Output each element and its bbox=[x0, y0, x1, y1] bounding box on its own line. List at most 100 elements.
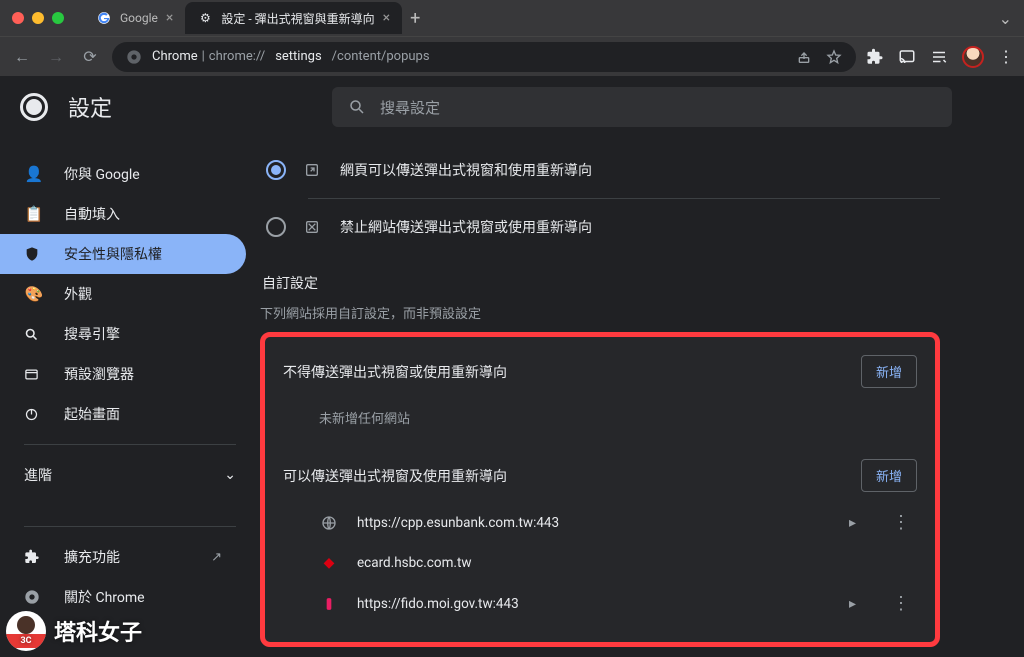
window-titlebar: Google × ⚙ 設定 - 彈出式視窗與重新導向 × + ⌄ bbox=[0, 0, 1024, 36]
radio-label: 網頁可以傳送彈出式視窗和使用重新導向 bbox=[340, 160, 592, 180]
radio-option-allow[interactable]: 網頁可以傳送彈出式視窗和使用重新導向 bbox=[260, 146, 940, 194]
chevron-down-icon[interactable]: ⌄ bbox=[999, 9, 1012, 28]
settings-favicon: ⚙ bbox=[197, 10, 213, 26]
minimize-window-button[interactable] bbox=[32, 12, 44, 24]
search-icon bbox=[24, 327, 44, 342]
maximize-window-button[interactable] bbox=[52, 12, 64, 24]
browser-tab[interactable]: ⚙ 設定 - 彈出式視窗與重新導向 × bbox=[185, 2, 402, 34]
browser-tab[interactable]: Google × bbox=[84, 2, 185, 34]
url-separator: | bbox=[202, 49, 205, 64]
sidebar-item-search[interactable]: 搜尋引擎 bbox=[0, 314, 246, 354]
sidebar-item-on-startup[interactable]: 起始畫面 bbox=[0, 394, 246, 434]
key-icon bbox=[319, 594, 339, 614]
reading-list-icon[interactable] bbox=[930, 48, 948, 66]
sidebar-item-label: 外觀 bbox=[64, 284, 92, 304]
radio-option-block[interactable]: 禁止網站傳送彈出式視窗或使用重新導向 bbox=[260, 203, 940, 251]
radio-unselected-icon bbox=[266, 217, 286, 237]
new-tab-button[interactable]: + bbox=[410, 8, 420, 29]
block-popup-icon bbox=[304, 219, 322, 235]
sidebar-item-label: 起始畫面 bbox=[64, 404, 120, 424]
browser-toolbar: ← → ⟳ Chrome | chrome://settings/content… bbox=[0, 36, 1024, 76]
watermark: 塔科女子 bbox=[6, 611, 142, 651]
tab-title: Google bbox=[120, 11, 158, 25]
clipboard-icon: 📋 bbox=[24, 205, 44, 223]
sidebar-advanced[interactable]: 進階⌄ bbox=[0, 455, 260, 495]
cast-icon[interactable] bbox=[898, 48, 916, 66]
tab-strip: Google × ⚙ 設定 - 彈出式視窗與重新導向 × + bbox=[84, 2, 991, 34]
chrome-logo-icon bbox=[20, 93, 48, 121]
globe-icon bbox=[319, 513, 339, 533]
browser-icon bbox=[24, 367, 44, 382]
allow-list-title: 可以傳送彈出式視窗及使用重新導向 bbox=[283, 466, 507, 486]
sidebar-item-label: 搜尋引擎 bbox=[64, 324, 120, 344]
url-path: settings bbox=[275, 49, 321, 64]
traffic-lights bbox=[12, 12, 64, 24]
sidebar-item-label: 擴充功能 bbox=[64, 547, 120, 567]
site-row[interactable]: ◆ ecard.hsbc.com.tw bbox=[283, 543, 917, 583]
site-row[interactable]: https://fido.moi.gov.tw:443 ▸ ⋮ bbox=[283, 583, 917, 624]
settings-search[interactable]: 搜尋設定 bbox=[332, 87, 952, 127]
custom-settings-title: 自訂設定 bbox=[262, 273, 940, 293]
search-icon bbox=[348, 98, 366, 116]
profile-avatar[interactable] bbox=[962, 46, 984, 68]
empty-state-text: 未新增任何網站 bbox=[283, 398, 917, 445]
divider bbox=[308, 198, 940, 199]
sidebar-item-autofill[interactable]: 📋 自動填入 bbox=[0, 194, 246, 234]
chevron-right-icon[interactable]: ▸ bbox=[839, 596, 866, 612]
site-url: https://cpp.esunbank.com.tw:443 bbox=[357, 515, 559, 531]
google-favicon bbox=[96, 10, 112, 26]
sidebar-item-you-and-google[interactable]: 👤你與 Google bbox=[0, 154, 246, 194]
sidebar-item-appearance[interactable]: 🎨 外觀 bbox=[0, 274, 246, 314]
shield-icon bbox=[24, 246, 44, 262]
site-url: ecard.hsbc.com.tw bbox=[357, 555, 472, 571]
palette-icon: 🎨 bbox=[24, 285, 44, 303]
settings-header: 設定 搜尋設定 bbox=[0, 76, 1024, 138]
sidebar-item-label: 自動填入 bbox=[64, 204, 120, 224]
more-actions-icon[interactable]: ⋮ bbox=[884, 512, 917, 533]
custom-settings-subtitle: 下列網站採用自訂設定，而非預設設定 bbox=[260, 303, 940, 322]
add-allowed-button[interactable]: 新增 bbox=[861, 459, 917, 492]
open-external-icon bbox=[304, 162, 322, 178]
site-row[interactable]: https://cpp.esunbank.com.tw:443 ▸ ⋮ bbox=[283, 502, 917, 543]
close-tab-icon[interactable]: × bbox=[383, 10, 390, 26]
radio-selected-icon bbox=[266, 160, 286, 180]
sidebar-item-label: 安全性與隱私權 bbox=[64, 244, 162, 264]
more-actions-icon[interactable]: ⋮ bbox=[884, 593, 917, 614]
kebab-menu-icon[interactable]: ⋮ bbox=[998, 47, 1014, 66]
puzzle-icon bbox=[24, 549, 44, 565]
sidebar-divider bbox=[24, 444, 236, 445]
sidebar-item-privacy[interactable]: 安全性與隱私權 bbox=[0, 234, 246, 274]
power-icon bbox=[24, 407, 44, 422]
add-blocked-button[interactable]: 新增 bbox=[861, 355, 917, 388]
sidebar-divider bbox=[24, 526, 236, 527]
watermark-text: 塔科女子 bbox=[54, 615, 142, 647]
back-button[interactable]: ← bbox=[10, 47, 34, 67]
reload-button[interactable]: ⟳ bbox=[78, 47, 102, 66]
close-tab-icon[interactable]: × bbox=[166, 10, 173, 26]
sidebar-item-default-browser[interactable]: 預設瀏覽器 bbox=[0, 354, 246, 394]
block-list-title: 不得傳送彈出式視窗或使用重新導向 bbox=[283, 362, 507, 382]
search-placeholder: 搜尋設定 bbox=[380, 97, 440, 118]
sidebar-item-label: 你與 Google bbox=[64, 164, 140, 184]
sidebar-item-extensions[interactable]: 擴充功能 ↗ bbox=[0, 537, 246, 577]
hsbc-icon: ◆ bbox=[319, 553, 339, 573]
url-prefix: chrome:// bbox=[209, 49, 265, 64]
chevron-down-icon: ⌄ bbox=[224, 467, 236, 483]
sidebar-item-label: 預設瀏覽器 bbox=[64, 364, 134, 384]
toolbar-actions: ⋮ bbox=[866, 46, 1014, 68]
share-icon[interactable] bbox=[796, 49, 812, 65]
radio-label: 禁止網站傳送彈出式視窗或使用重新導向 bbox=[340, 217, 592, 237]
watermark-avatar bbox=[6, 611, 46, 651]
block-list-header: 不得傳送彈出式視窗或使用重新導向 新增 bbox=[283, 355, 917, 388]
site-url: https://fido.moi.gov.tw:443 bbox=[357, 596, 519, 612]
chevron-right-icon[interactable]: ▸ bbox=[839, 515, 866, 531]
chrome-icon bbox=[24, 589, 44, 605]
close-window-button[interactable] bbox=[12, 12, 24, 24]
external-link-icon: ↗ bbox=[211, 550, 222, 565]
extensions-icon[interactable] bbox=[866, 48, 884, 66]
address-bar[interactable]: Chrome | chrome://settings/content/popup… bbox=[112, 42, 856, 72]
allow-list-header: 可以傳送彈出式視窗及使用重新導向 新增 bbox=[283, 459, 917, 492]
forward-button[interactable]: → bbox=[44, 47, 68, 67]
settings-sidebar: 👤你與 Google 📋自動填入 安全性與隱私權 🎨外觀 搜尋引擎 預設瀏覽器 … bbox=[0, 76, 260, 657]
bookmark-icon[interactable] bbox=[826, 49, 842, 65]
